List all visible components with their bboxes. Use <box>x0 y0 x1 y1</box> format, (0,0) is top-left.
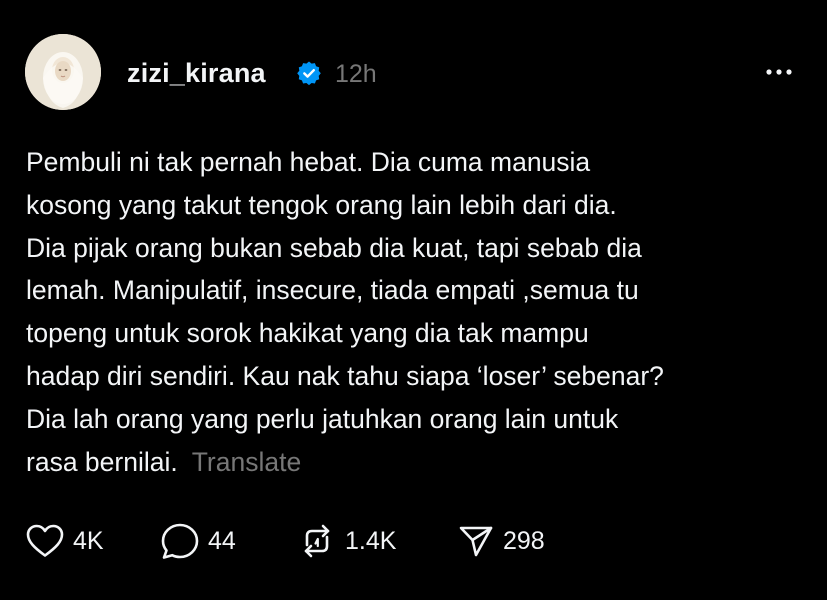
repost-button[interactable]: 1.4K <box>297 521 396 561</box>
post-body-line: kosong yang takut tengok orang lain lebi… <box>26 189 617 220</box>
more-options-button[interactable] <box>762 62 796 82</box>
heart-icon <box>26 524 64 557</box>
post-body: Pembuli ni tak pernah hebat. Dia cuma ma… <box>26 141 796 483</box>
post-body-line: topeng untuk sorok hakikat yang dia tak … <box>26 318 589 349</box>
avatar-image <box>25 34 101 110</box>
like-button[interactable]: 4K <box>25 521 104 561</box>
share-count: 298 <box>503 527 545 555</box>
send-icon <box>459 526 493 557</box>
comment-count: 44 <box>208 527 236 555</box>
share-button[interactable]: 298 <box>457 521 545 561</box>
comment-bubble-icon <box>161 523 199 559</box>
post-body-line: rasa bernilai. <box>26 446 178 477</box>
repost-icon <box>304 524 330 558</box>
post-body-line: hadap diri sendiri. Kau nak tahu siapa ‘… <box>26 360 664 391</box>
threads-post: zizi_kirana 12h Pembuli ni tak pernah he… <box>0 0 827 600</box>
post-body-last-line: rasa bernilai. Translate <box>26 441 796 484</box>
post-body-line: Pembuli ni tak pernah hebat. Dia cuma ma… <box>26 147 591 177</box>
repost-count: 1.4K <box>345 527 397 555</box>
post-body-line: Dia lah orang yang perlu jatuhkan orang … <box>26 403 619 434</box>
post-body-line: lemah. Manipulatif, insecure, tiada empa… <box>26 275 639 306</box>
more-horizontal-icon <box>766 69 792 75</box>
username[interactable]: zizi_kirana <box>127 57 266 89</box>
like-count: 4K <box>73 527 104 555</box>
comment-button[interactable]: 44 <box>160 521 236 561</box>
post-body-line: Dia pijak orang bukan sebab dia kuat, ta… <box>26 232 642 263</box>
post-timestamp: 12h <box>335 60 377 88</box>
translate-link[interactable]: Translate <box>192 447 301 477</box>
avatar[interactable] <box>25 34 101 110</box>
verified-badge-icon <box>296 60 322 86</box>
